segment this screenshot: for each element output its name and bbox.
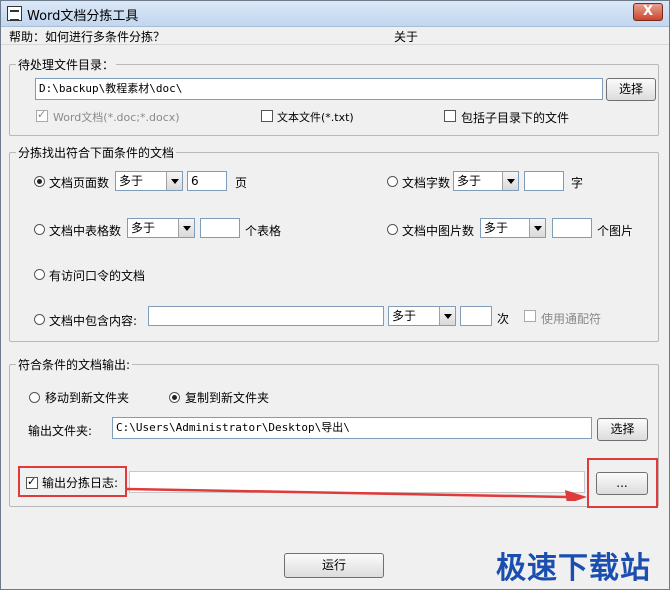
title-bar[interactable]: Word文档分拣工具 X [1, 1, 669, 27]
contains-unit: 次 [497, 312, 510, 326]
run-button[interactable]: 运行 [284, 553, 384, 578]
close-button[interactable]: X [633, 3, 663, 21]
contains-count-input[interactable] [460, 306, 492, 326]
word-count-value-input[interactable] [524, 171, 564, 191]
output-group-title: 符合条件的文档输出: [16, 356, 133, 373]
page-count-value-input[interactable]: 6 [187, 171, 227, 191]
chevron-down-icon [439, 307, 455, 325]
contains-text-input[interactable] [148, 306, 384, 326]
menu-help[interactable]: 帮助：如何进行多条件分拣？ [9, 28, 165, 45]
table-count-operator-value: 多于 [131, 221, 156, 235]
text-filetype-checkbox[interactable] [261, 110, 273, 122]
chevron-down-icon [178, 219, 194, 237]
image-count-label: 文档中图片数 [402, 224, 475, 238]
move-label: 移动到新文件夹 [45, 391, 130, 405]
chevron-down-icon [529, 219, 545, 237]
word-count-operator[interactable]: 多于 [453, 171, 519, 191]
contains-radio[interactable] [34, 314, 45, 325]
table-count-operator[interactable]: 多于 [127, 218, 195, 238]
wildcard-label: 使用通配符 [541, 312, 602, 326]
log-annotation-box [18, 466, 127, 497]
table-count-unit: 个表格 [245, 224, 282, 238]
image-count-radio[interactable] [387, 224, 398, 235]
copy-label: 复制到新文件夹 [185, 391, 270, 405]
page-count-unit: 页 [235, 176, 248, 190]
contains-label: 文档中包含内容: [49, 314, 138, 328]
contains-operator[interactable]: 多于 [388, 306, 456, 326]
browse-annotation-box [587, 458, 658, 508]
move-radio[interactable] [29, 392, 40, 403]
copy-radio[interactable] [169, 392, 180, 403]
password-radio[interactable] [34, 269, 45, 280]
word-filetype-label: Word文档(*.doc;*.docx) [53, 111, 180, 124]
word-count-unit: 字 [571, 176, 584, 190]
subdir-label: 包括子目录下的文件 [461, 111, 570, 125]
page-count-operator[interactable]: 多于 [115, 171, 183, 191]
filter-group-title: 分拣找出符合下面条件的文档 [16, 144, 177, 161]
source-browse-button[interactable]: 选择 [606, 78, 656, 101]
output-folder-input[interactable]: C:\Users\Administrator\Desktop\导出\ [112, 417, 592, 439]
word-count-radio[interactable] [387, 176, 398, 187]
page-count-radio[interactable] [34, 176, 45, 187]
page-count-label: 文档页面数 [49, 176, 110, 190]
menu-about[interactable]: 关于 [394, 28, 418, 45]
table-count-radio[interactable] [34, 224, 45, 235]
chevron-down-icon [166, 172, 182, 190]
image-count-unit: 个图片 [597, 224, 634, 238]
subdir-checkbox[interactable] [444, 110, 456, 122]
word-count-operator-value: 多于 [457, 174, 482, 188]
output-folder-label: 输出文件夹: [28, 424, 93, 438]
annotation-arrow-icon [127, 487, 587, 501]
page-count-operator-value: 多于 [119, 174, 144, 188]
text-filetype-label: 文本文件(*.txt) [277, 111, 354, 124]
table-count-value-input[interactable] [200, 218, 240, 238]
source-group-title: 待处理文件目录： [16, 56, 117, 73]
window-title: Word文档分拣工具 [27, 9, 139, 24]
word-filetype-checkbox[interactable] [36, 108, 48, 122]
chevron-down-icon [502, 172, 518, 190]
word-count-label: 文档字数 [402, 176, 451, 190]
password-label: 有访问口令的文档 [49, 269, 146, 283]
table-count-label: 文档中表格数 [49, 224, 122, 238]
watermark-logo: 极速下载站 [496, 551, 651, 586]
image-count-operator-value: 多于 [484, 221, 509, 235]
main-window: Word文档分拣工具 X 帮助：如何进行多条件分拣？ 关于 待处理文件目录： D… [0, 0, 670, 590]
app-icon [7, 6, 22, 21]
image-count-operator[interactable]: 多于 [480, 218, 546, 238]
source-path-input[interactable]: D:\backup\教程素材\doc\ [35, 78, 603, 100]
image-count-value-input[interactable] [552, 218, 592, 238]
output-browse-button[interactable]: 选择 [597, 418, 648, 441]
menu-bar: 帮助：如何进行多条件分拣？ 关于 [1, 27, 669, 45]
wildcard-checkbox[interactable] [524, 310, 536, 322]
contains-operator-value: 多于 [392, 309, 417, 323]
